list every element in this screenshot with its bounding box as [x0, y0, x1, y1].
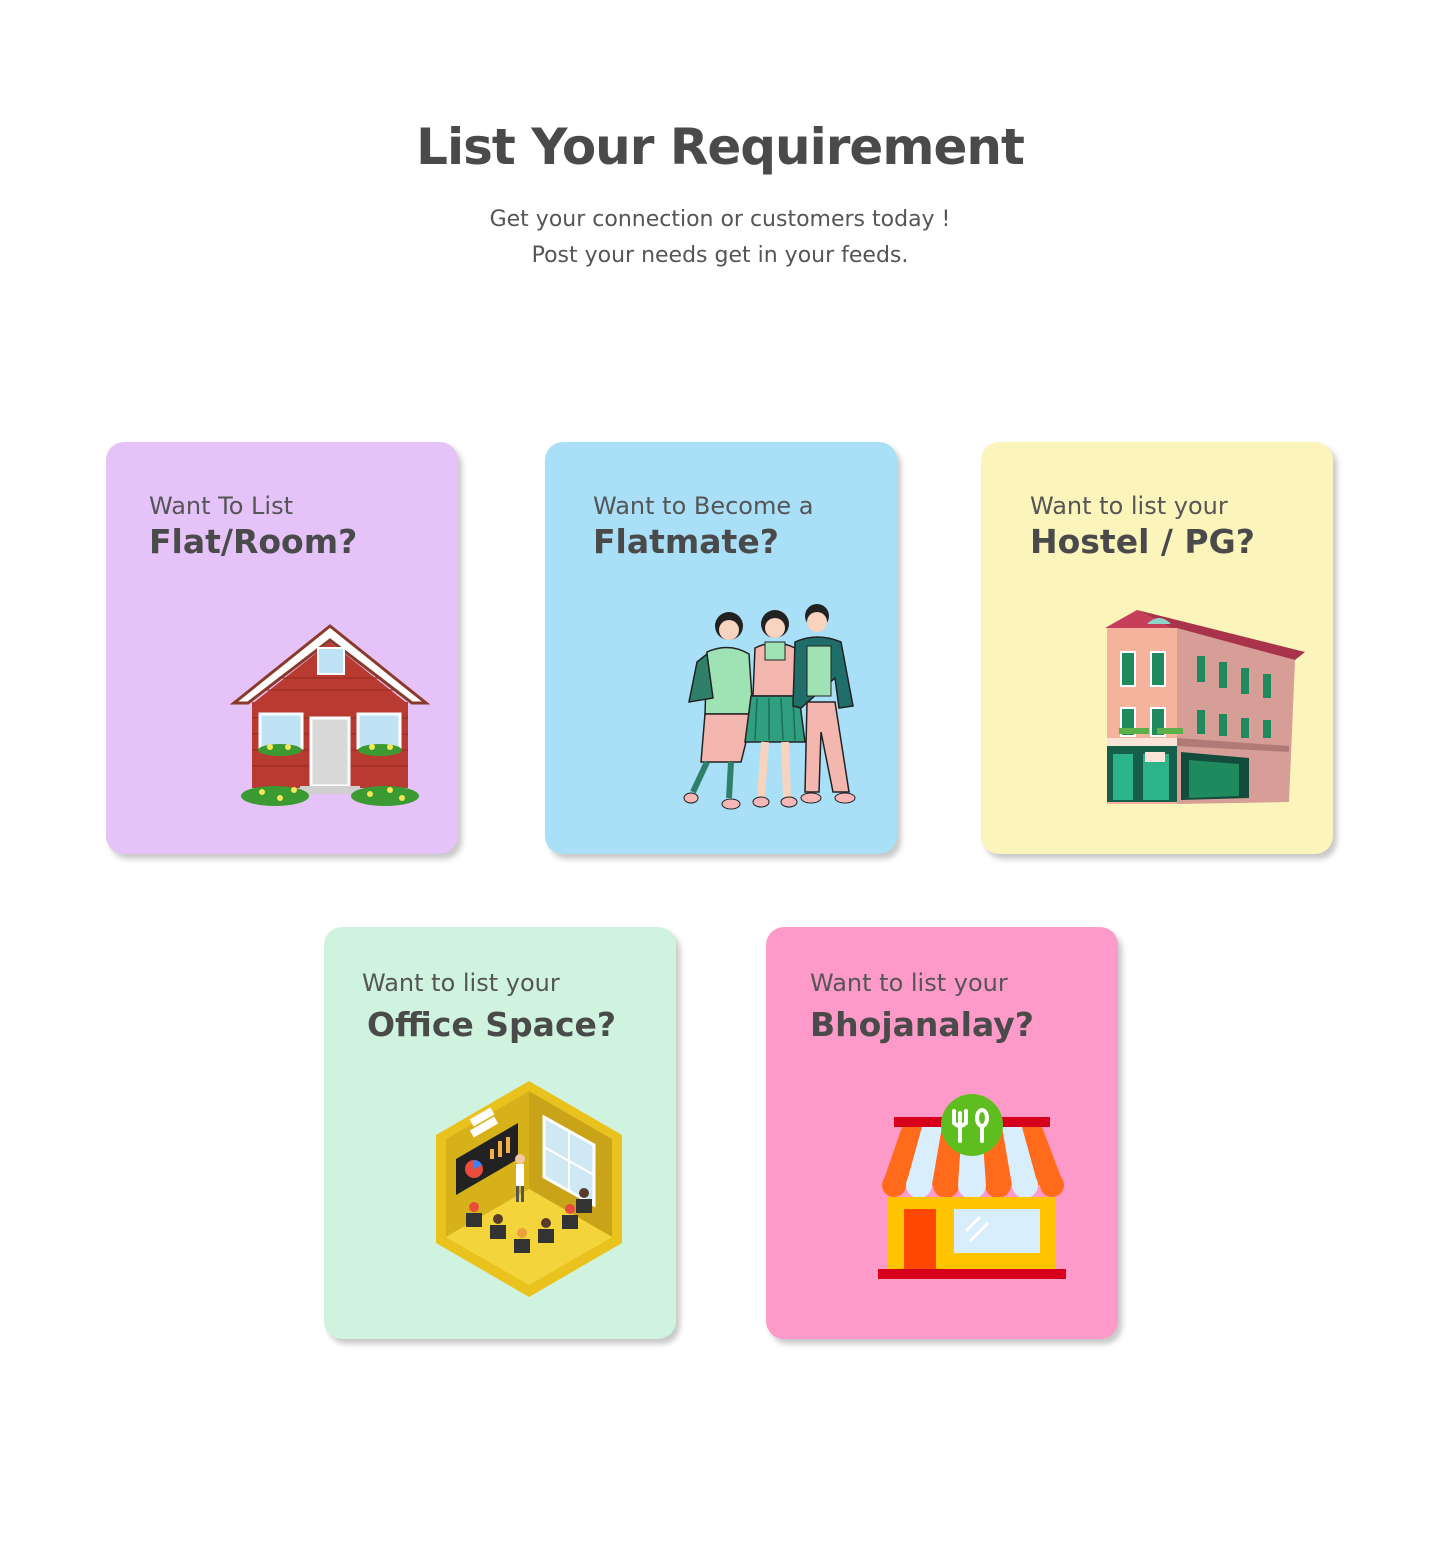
card-bhojanalay[interactable]: Want to list your Bhojanalay?: [766, 927, 1118, 1339]
page-subtitle: Get your connection or customers today !…: [0, 202, 1440, 274]
card-pretext: Want to Become a: [593, 492, 814, 520]
card-heading: Flat/Room?: [149, 522, 358, 561]
page-title: List Your Requirement: [416, 118, 1025, 176]
card-pretext: Want to list your: [362, 969, 560, 997]
card-heading: Bhojanalay?: [810, 1005, 1034, 1044]
card-pretext: Want to list your: [810, 969, 1008, 997]
card-hostel-pg[interactable]: Want to list your Hostel / PG?: [981, 442, 1333, 854]
card-heading: Flatmate?: [593, 522, 779, 561]
card-heading: Hostel / PG?: [1030, 522, 1255, 561]
card-pretext: Want To List: [149, 492, 293, 520]
card-heading: Office Space?: [367, 1005, 617, 1044]
subtitle-line-1: Get your connection or customers today !: [489, 207, 951, 232]
office-icon: [436, 1081, 622, 1297]
card-office-space[interactable]: Want to list your Office Space?: [324, 927, 676, 1339]
people-icon: [683, 604, 856, 810]
card-flat-room[interactable]: Want To List Flat/Room?: [106, 442, 458, 854]
house-icon: [230, 624, 430, 806]
card-pretext: Want to list your: [1030, 492, 1228, 520]
subtitle-line-2: Post your needs get in your feeds.: [531, 243, 909, 268]
building-icon: [1105, 610, 1305, 804]
card-flatmate[interactable]: Want to Become a Flatmate?: [545, 442, 897, 854]
restaurant-icon: [878, 1094, 1066, 1279]
